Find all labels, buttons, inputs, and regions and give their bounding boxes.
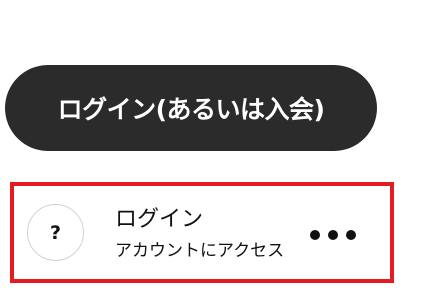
avatar-placeholder-icon: ? xyxy=(27,204,84,261)
login-or-signup-button[interactable]: ログイン(あるいは入会) xyxy=(5,65,377,151)
account-card-subtitle: アカウントにアクセス xyxy=(115,241,285,261)
page: ログイン(あるいは入会) ? ログイン アカウントにアクセス xyxy=(0,0,421,295)
account-card-texts: ログイン アカウントにアクセス xyxy=(115,206,284,263)
ellipsis-dot xyxy=(310,230,320,240)
ellipsis-dot xyxy=(328,230,338,240)
account-card-title: ログイン xyxy=(115,207,204,232)
ellipsis-horizontal-icon[interactable] xyxy=(310,227,356,243)
account-login-card[interactable]: ? ログイン アカウントにアクセス xyxy=(10,182,394,283)
ellipsis-dot xyxy=(346,230,356,240)
